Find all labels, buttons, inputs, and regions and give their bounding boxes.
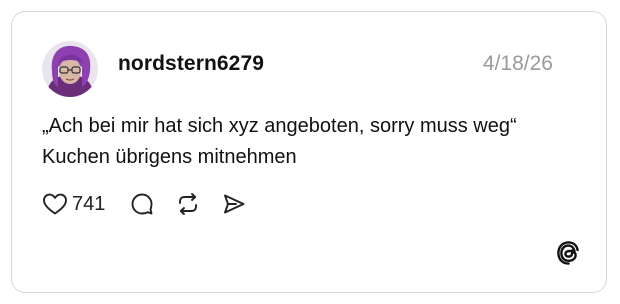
avatar-image [42, 41, 98, 97]
post-date: 4/18/26 [482, 52, 553, 75]
repost-icon [176, 192, 200, 216]
action-bar: 741 [42, 190, 246, 218]
send-icon [222, 192, 246, 216]
username[interactable]: nordstern6279 [118, 52, 264, 76]
avatar[interactable] [42, 41, 98, 97]
share-button[interactable] [222, 192, 246, 216]
comment-bubble-icon [130, 192, 154, 216]
like-count: 741 [72, 192, 106, 215]
post-card: nordstern6279 4/18/26 „Ach bei mir hat s… [11, 11, 607, 293]
reply-button[interactable] [130, 192, 154, 216]
threads-logo-icon[interactable] [555, 239, 583, 267]
heart-icon [42, 192, 68, 216]
like-button[interactable]: 741 [42, 192, 105, 216]
repost-button[interactable] [176, 192, 200, 216]
post-text: „Ach bei mir hat sich xyz angeboten, sor… [42, 115, 517, 168]
